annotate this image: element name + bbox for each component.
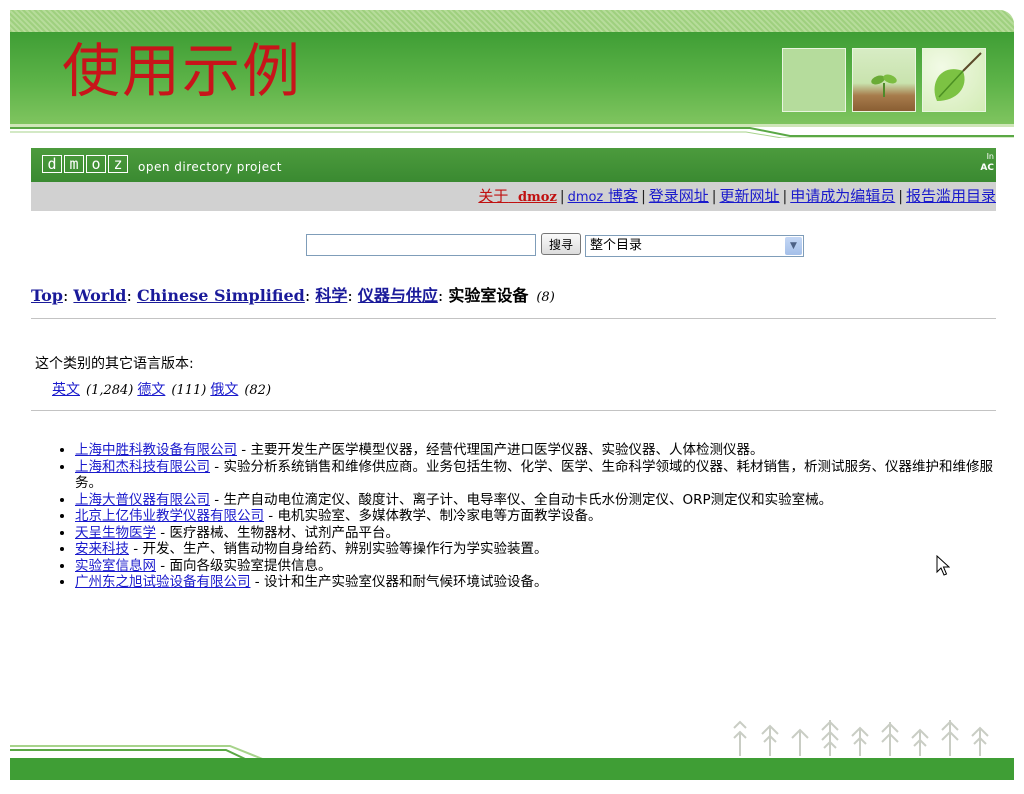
- divider: [31, 318, 996, 319]
- language-link-russian[interactable]: 俄文: [210, 382, 238, 398]
- divider: [31, 410, 996, 411]
- sprout-icon: [871, 74, 897, 97]
- language-link-english[interactable]: 英文: [52, 382, 80, 398]
- breadcrumb-instruments[interactable]: 仪器与供应: [358, 286, 438, 305]
- nav-about-prefix: 关于: [478, 187, 509, 205]
- nav-separator: |: [641, 189, 646, 205]
- nav-separator: |: [559, 189, 565, 205]
- breadcrumb-world[interactable]: World: [73, 286, 126, 305]
- corner-text-top: In: [986, 152, 994, 161]
- other-languages-list: 英文 (1,284) 德文 (111) 俄文 (82): [52, 379, 275, 399]
- nav-about-brand: dmoz: [517, 190, 557, 205]
- language-link-german[interactable]: 德文: [137, 382, 165, 398]
- logo-letter: d: [42, 155, 62, 173]
- nav-separator: |: [898, 189, 903, 205]
- site-description: - 实验分析系统销售和维修供应商。业务包括生物、化学、医学、生命科学领域的仪器、…: [75, 458, 993, 492]
- site-description: - 主要开发生产医学模型仪器，经营代理国产进口医学仪器、实验仪器、人体检测仪器。: [237, 442, 764, 458]
- list-item: 实验室信息网 - 面向各级实验室提供信息。: [75, 558, 1019, 575]
- dmoz-header-bar: d m o z open directory project In AC: [31, 148, 996, 182]
- slide-title: 使用示例: [62, 37, 303, 105]
- breadcrumb: Top: World: Chinese Simplified: 科学: 仪器与供…: [31, 286, 555, 305]
- site-link[interactable]: 上海中胜科教设备有限公司: [75, 442, 237, 458]
- breadcrumb-chinese-simplified[interactable]: Chinese Simplified: [137, 286, 305, 305]
- site-link[interactable]: 安来科技: [75, 541, 129, 557]
- list-item: 上海中胜科教设备有限公司 - 主要开发生产医学模型仪器，经营代理国产进口医学仪器…: [75, 442, 1019, 459]
- nav-blog-suffix: 博客: [608, 187, 639, 205]
- logo-letter: o: [86, 155, 106, 173]
- nav-report-abuse-link[interactable]: 报告滥用目录: [906, 187, 996, 205]
- site-link[interactable]: 天呈生物医学: [75, 525, 156, 541]
- list-item: 广州东之旭试验设备有限公司 - 设计和生产实验室仪器和耐气候环境试验设备。: [75, 574, 1019, 591]
- search-button[interactable]: 搜寻: [541, 233, 581, 255]
- nav-separator: |: [782, 189, 788, 205]
- slide-bottom-band: [10, 758, 1014, 780]
- nav-apply-editor-link[interactable]: 申请成为编辑员: [790, 187, 895, 205]
- other-languages-label: 这个类别的其它语言版本:: [35, 356, 194, 372]
- site-description: - 开发、生产、销售动物自身给药、辨别实验等操作行为学实验装置。: [129, 541, 548, 557]
- search-input[interactable]: [306, 234, 536, 256]
- language-count: (82): [244, 383, 272, 398]
- site-link[interactable]: 广州东之旭试验设备有限公司: [75, 574, 251, 590]
- header-photo-blank: [782, 48, 846, 112]
- list-item: 天呈生物医学 - 医疗器械、生物器材、试剂产品平台。: [75, 525, 1019, 542]
- breadcrumb-current: 实验室设备: [448, 286, 529, 305]
- logo-tagline: open directory project: [138, 160, 282, 174]
- site-description: - 面向各级实验室提供信息。: [156, 557, 332, 574]
- header-photo-leaf: [922, 48, 986, 112]
- slide-header-lines: [10, 124, 1014, 138]
- search-scope-value: 整个目录: [590, 238, 643, 253]
- site-link[interactable]: 上海和杰科技有限公司: [75, 459, 210, 475]
- nav-separator: |: [711, 189, 717, 205]
- nav-about-link[interactable]: 关于 dmoz: [478, 187, 556, 205]
- breadcrumb-top[interactable]: Top: [31, 286, 63, 305]
- site-link[interactable]: 北京上亿伟业教学仪器有限公司: [75, 508, 264, 524]
- corner-text-bottom: AC: [980, 163, 994, 173]
- mouse-cursor-icon: [936, 555, 950, 576]
- nav-blog-prefix: dmoz: [567, 190, 604, 205]
- category-count: (8): [536, 290, 555, 305]
- nav-login-link[interactable]: 登录网址: [649, 187, 709, 205]
- list-item: 上海大普仪器有限公司 - 生产自动电位滴定仪、酸度计、离子计、电导率仪、全自动卡…: [75, 492, 1019, 509]
- nav-update-link[interactable]: 更新网址: [720, 187, 780, 205]
- site-link[interactable]: 实验室信息网: [75, 558, 156, 574]
- language-count: (111): [171, 383, 207, 398]
- chevron-down-icon[interactable]: ▼: [785, 237, 802, 255]
- header-photo-sprout: [852, 48, 916, 112]
- logo-letter: z: [108, 155, 128, 173]
- breadcrumb-science[interactable]: 科学: [315, 286, 347, 305]
- list-item: 北京上亿伟业教学仪器有限公司 - 电机实验室、多媒体教学、制冷家电等方面教学设备…: [75, 508, 1019, 525]
- list-item: 安来科技 - 开发、生产、销售动物自身给药、辨别实验等操作行为学实验装置。: [75, 541, 1019, 558]
- site-description: - 设计和生产实验室仪器和耐气候环境试验设备。: [250, 574, 548, 590]
- list-item: 上海和杰科技有限公司 - 实验分析系统销售和维修供应商。业务包括生物、化学、医学…: [75, 459, 1019, 492]
- site-description: - 电机实验室、多媒体教学、制冷家电等方面教学设备。: [264, 508, 602, 524]
- dmoz-logo[interactable]: d m o z open directory project: [42, 155, 282, 174]
- site-list: 上海中胜科教设备有限公司 - 主要开发生产医学模型仪器，经营代理国产进口医学仪器…: [59, 442, 1019, 591]
- nav-links-bar: 关于 dmoz | dmoz 博客 | 登录网址 | 更新网址 | 申请成为编辑员 | 报告滥用目录: [31, 182, 996, 211]
- logo-letter: m: [64, 155, 84, 173]
- site-description: - 医疗器械、生物器材、试剂产品平台。: [156, 524, 399, 541]
- search-scope-select[interactable]: 整个目录 ▼: [585, 235, 804, 257]
- nav-blog-link[interactable]: dmoz 博客: [568, 187, 639, 205]
- site-description: - 生产自动电位滴定仪、酸度计、离子计、电导率仪、全自动卡氏水份测定仪、ORP测…: [210, 491, 833, 508]
- slide-top-strip: [10, 10, 1014, 32]
- leaf-icon: [934, 52, 982, 101]
- language-count: (1,284): [86, 383, 134, 398]
- site-link[interactable]: 上海大普仪器有限公司: [75, 492, 210, 508]
